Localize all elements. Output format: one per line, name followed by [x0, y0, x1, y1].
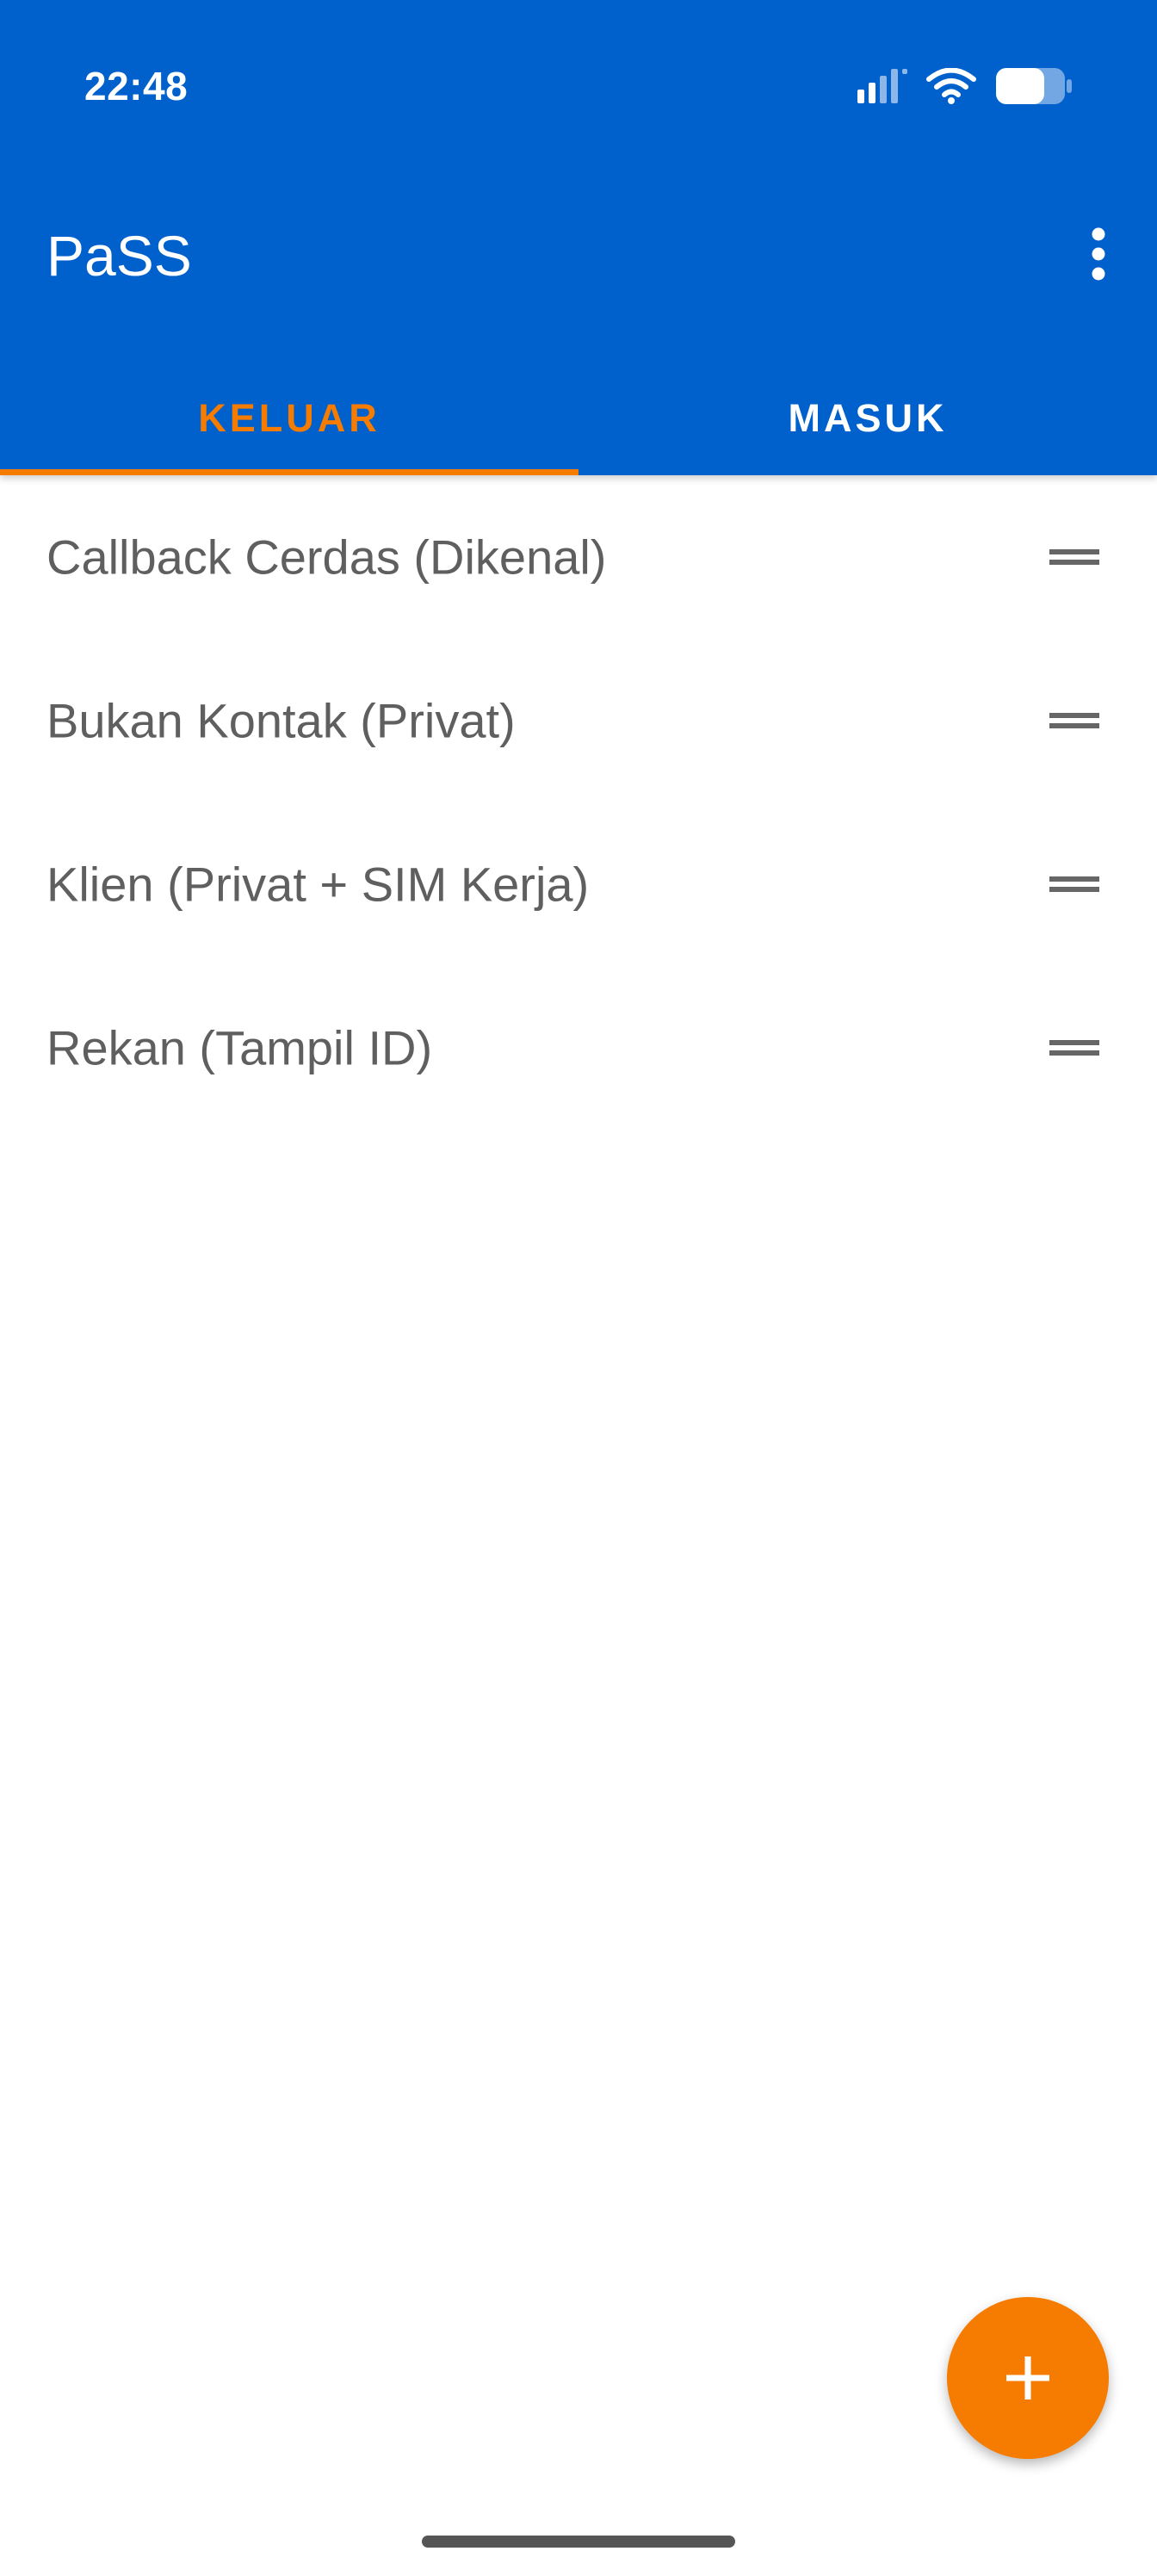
- battery-icon: [995, 67, 1073, 105]
- list-item[interactable]: Callback Cerdas (Dikenal): [0, 475, 1157, 639]
- add-rule-button[interactable]: [947, 2297, 1109, 2459]
- list-item[interactable]: Klien (Privat + SIM Kerja): [0, 802, 1157, 966]
- tab-bar: KELUAR MASUK: [0, 362, 1157, 475]
- home-indicator[interactable]: [422, 2536, 735, 2548]
- list-item-label: Rekan (Tampil ID): [46, 1020, 433, 1075]
- overflow-menu-button[interactable]: [1073, 215, 1124, 293]
- list-item-label: Klien (Privat + SIM Kerja): [46, 857, 590, 912]
- list-item[interactable]: Rekan (Tampil ID): [0, 966, 1157, 1130]
- add-icon: [1006, 2356, 1049, 2400]
- drag-handle-icon[interactable]: [1043, 858, 1105, 910]
- list-item-label: Bukan Kontak (Privat): [46, 693, 516, 748]
- signal-icon: [857, 69, 907, 103]
- app-title: PaSS: [46, 224, 192, 288]
- rule-list: Callback Cerdas (Dikenal) Bukan Kontak (…: [0, 475, 1157, 1130]
- more-vert-icon: [1092, 227, 1105, 281]
- tab-keluar[interactable]: KELUAR: [0, 362, 578, 475]
- status-icons: [857, 62, 1073, 110]
- tab-masuk[interactable]: MASUK: [578, 362, 1157, 475]
- list-item-label: Callback Cerdas (Dikenal): [46, 529, 607, 585]
- drag-handle-icon[interactable]: [1043, 531, 1105, 583]
- status-bar: 22:48: [0, 0, 1157, 172]
- tab-indicator: [0, 469, 578, 475]
- list-item[interactable]: Bukan Kontak (Privat): [0, 639, 1157, 802]
- wifi-icon: [926, 68, 976, 104]
- drag-handle-icon[interactable]: [1043, 1022, 1105, 1074]
- tab-label: KELUAR: [198, 396, 381, 440]
- app-bar: 22:48 PaSS KELUAR MASUK: [0, 0, 1157, 475]
- status-time: 22:48: [84, 64, 189, 108]
- drag-handle-icon[interactable]: [1043, 695, 1105, 746]
- tab-label: MASUK: [788, 396, 948, 440]
